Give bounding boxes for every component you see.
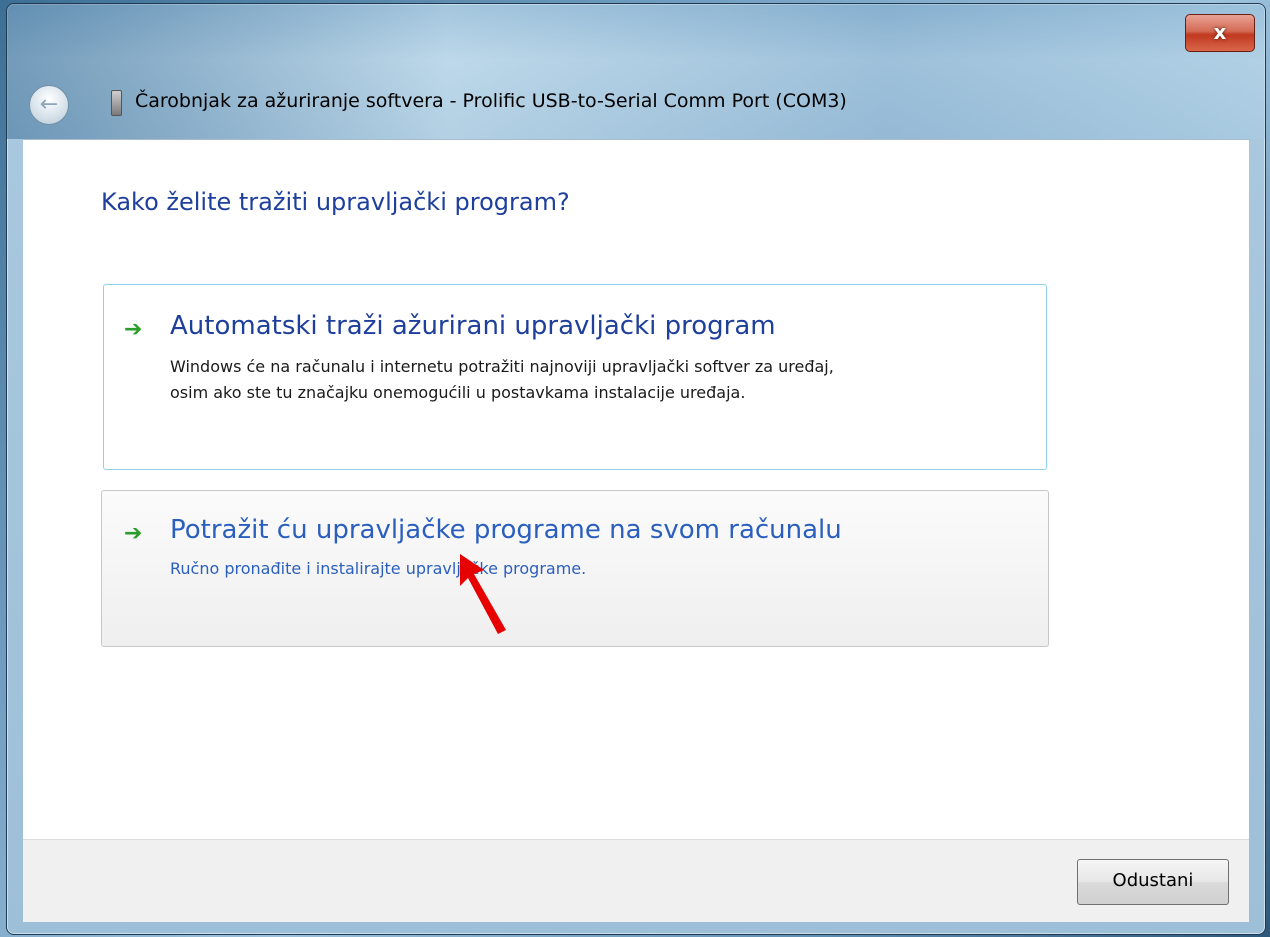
option-description: osim ako ste tu značajku onemogućili u p… xyxy=(170,383,746,402)
title-bar xyxy=(7,4,1265,139)
green-arrow-icon: ➔ xyxy=(124,317,143,342)
footer-bar: Odustani xyxy=(23,839,1249,922)
wizard-window: x ← Čarobnjak za ažuriranje softvera - P… xyxy=(6,3,1266,935)
red-pointer-arrow xyxy=(460,554,506,634)
close-button[interactable]: x xyxy=(1185,14,1255,52)
option-browse-computer[interactable]: ➔ Potražit ću upravljačke programe na sv… xyxy=(101,490,1049,647)
cancel-button[interactable]: Odustani xyxy=(1077,859,1229,905)
option-title: Potražit ću upravljačke programe na svom… xyxy=(170,515,842,545)
option-title: Automatski traži ažurirani upravljački p… xyxy=(170,311,776,341)
usb-device-icon xyxy=(111,90,122,116)
option-description: Windows će na računalu i internetu potra… xyxy=(170,357,834,376)
window-title: Čarobnjak za ažuriranje softvera - Proli… xyxy=(135,90,847,112)
content-area: Kako želite tražiti upravljački program?… xyxy=(23,139,1249,840)
page-heading: Kako želite tražiti upravljački program? xyxy=(101,188,570,216)
option-search-automatically[interactable]: ➔ Automatski traži ažurirani upravljački… xyxy=(103,284,1047,470)
green-arrow-icon: ➔ xyxy=(124,521,143,546)
option-description: Ručno pronađite i instalirajte upravljač… xyxy=(170,559,587,578)
back-arrow-icon[interactable]: ← xyxy=(29,85,69,125)
